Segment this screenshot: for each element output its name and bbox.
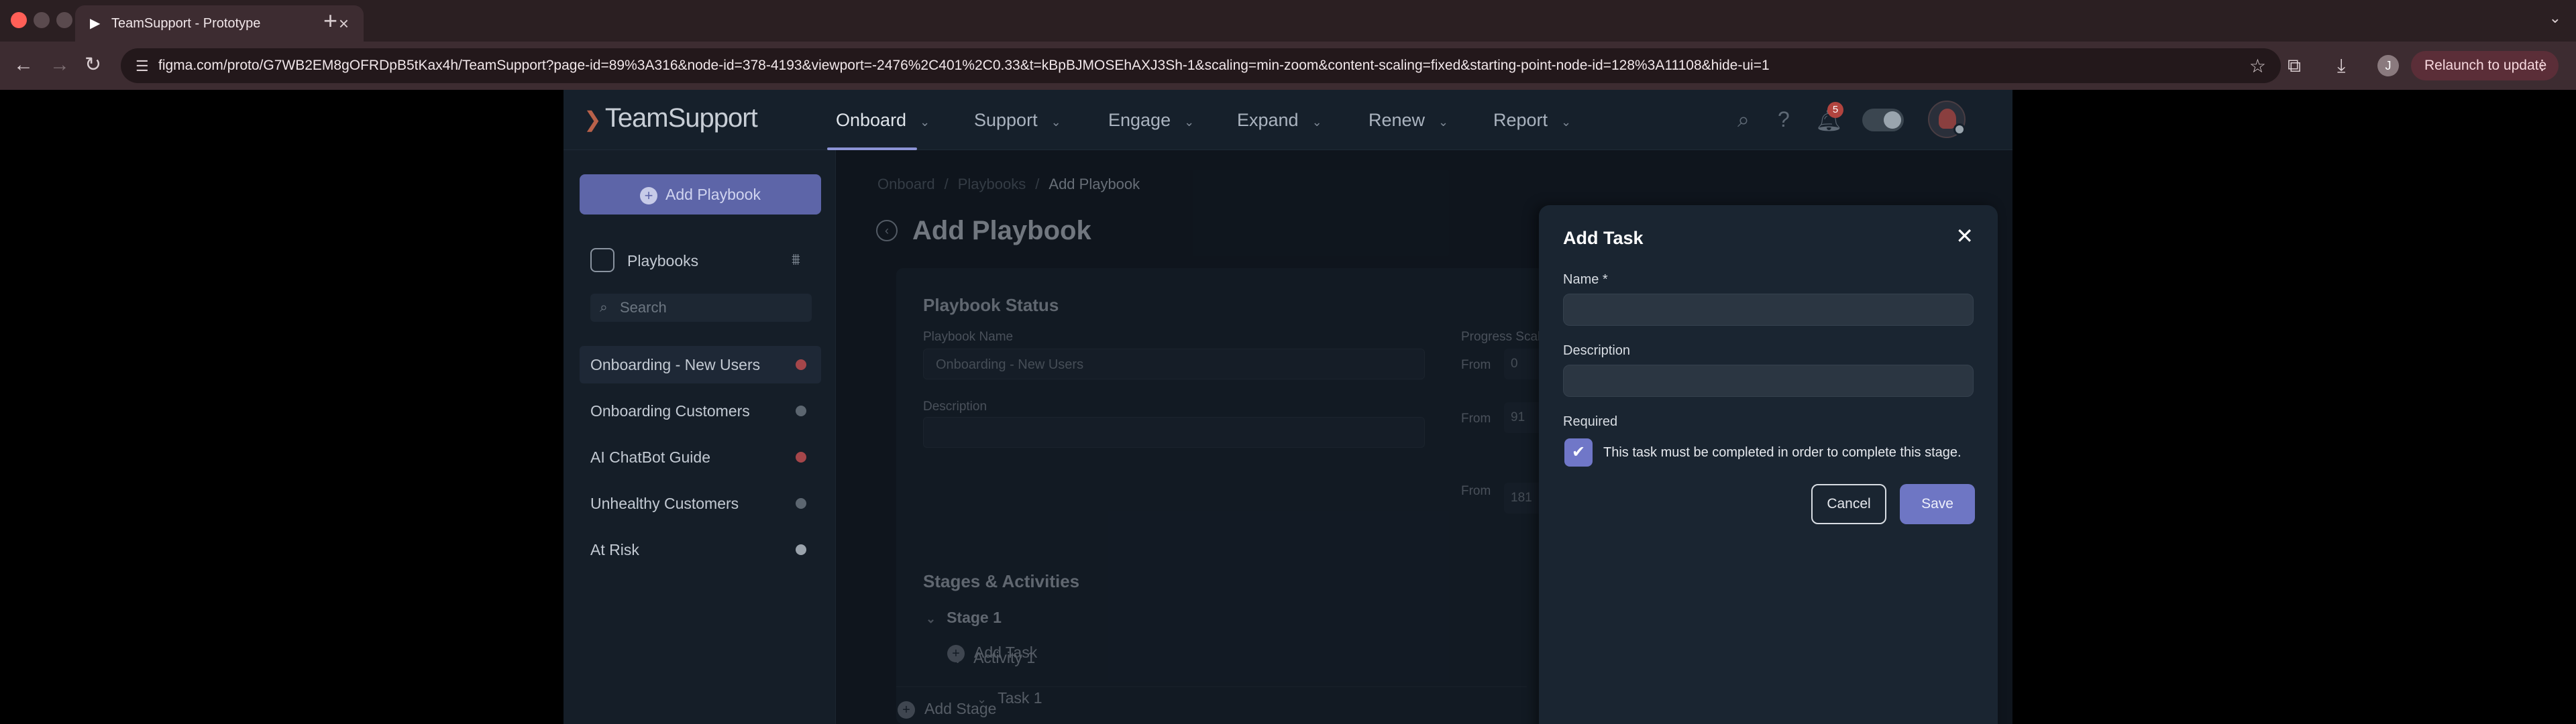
status-dot <box>796 406 806 416</box>
save-button[interactable]: Save <box>1900 484 1975 524</box>
sidebar-item-onboarding-customers[interactable]: Onboarding Customers <box>580 392 821 430</box>
status-dot <box>796 544 806 555</box>
nav-expand-label: Expand <box>1237 110 1299 130</box>
nav-support[interactable]: Support ⌄ <box>974 110 1061 131</box>
close-icon[interactable]: ✕ <box>1955 225 1974 247</box>
help-icon[interactable]: ? <box>1778 107 1790 132</box>
sidebar-item-label: Onboarding - New Users <box>590 356 761 373</box>
search-icon: ⌕ <box>600 300 608 315</box>
notification-badge: 5 <box>1827 102 1843 118</box>
required-description: This task must be completed in order to … <box>1603 445 1962 460</box>
status-dot <box>796 359 806 370</box>
app-frame: ❯ TeamSupport Onboard ⌄ Support ⌄ Engage ⌄ E… <box>564 90 2012 724</box>
close-window-button[interactable] <box>11 12 27 28</box>
chevron-down-icon: ⌄ <box>1184 115 1195 129</box>
theme-toggle[interactable] <box>1862 109 1904 131</box>
browser-tab[interactable]: ▶ TeamSupport - Prototype × <box>75 5 364 42</box>
tab-search-chevron-icon[interactable]: ⌄ <box>2549 9 2561 27</box>
add-task-title: Add Task <box>1563 228 1644 248</box>
nav-onboard-label: Onboard <box>836 110 907 130</box>
playbook-icon <box>590 248 614 272</box>
teamsupport-logo[interactable]: ❯ TeamSupport <box>584 103 758 133</box>
chevron-down-icon: ⌄ <box>1311 115 1322 129</box>
relaunch-label: Relaunch to update <box>2424 58 2547 73</box>
logo-text: TeamSupport <box>604 103 758 133</box>
nav-expand[interactable]: Expand ⌄ <box>1237 110 1322 131</box>
add-task-panel: Add Task ✕ Name * Description Required ✔… <box>1539 205 1998 724</box>
required-checkbox[interactable]: ✔ <box>1564 438 1593 467</box>
sidebar-item-label: Unhealthy Customers <box>590 495 739 512</box>
task-description-input[interactable] <box>1563 365 1974 397</box>
search-icon[interactable]: ⌕ <box>1737 107 1750 133</box>
nav-support-label: Support <box>974 110 1038 130</box>
more-menu-icon: ⋮ <box>2535 58 2549 73</box>
user-status-indicator <box>1953 123 1966 135</box>
sidebar-item-at-risk[interactable]: At Risk <box>580 531 821 568</box>
nav-engage[interactable]: Engage ⌄ <box>1108 110 1194 131</box>
sidebar-item-label: Onboarding Customers <box>590 402 750 420</box>
back-arrow-icon[interactable]: ← <box>13 54 34 76</box>
sidebar-item-ai-chatbot-guide[interactable]: AI ChatBot Guide <box>580 438 821 476</box>
profile-avatar[interactable]: J <box>2377 55 2399 76</box>
browser-tab-bar: ▶ TeamSupport - Prototype × + ⌄ <box>0 0 2576 42</box>
reload-icon[interactable]: ↻ <box>85 54 101 76</box>
status-dot <box>796 498 806 509</box>
playbooks-heading: Playbooks <box>627 252 699 269</box>
figma-play-icon: ▶ <box>90 16 101 31</box>
playbook-search: ⌕ <box>590 294 812 322</box>
extensions-icon[interactable]: ⧉ <box>2288 55 2301 77</box>
plus-circle-icon: + <box>640 186 658 204</box>
tab-close-icon[interactable]: × <box>339 13 349 34</box>
browser-toolbar: ← → ↻ ☰ figma.com/proto/G7WB2EM8gOFRDpB5… <box>0 42 2576 90</box>
playbooks-sidebar: + Add Playbook Playbooks ⩩ ⌕ Onboarding -… <box>564 150 836 724</box>
sidebar-item-unhealthy-customers[interactable]: Unhealthy Customers <box>580 485 821 522</box>
logo-mark-icon: ❯ <box>584 107 602 131</box>
forward-arrow-icon[interactable]: → <box>50 54 70 76</box>
add-playbook-label: Add Playbook <box>665 186 761 203</box>
maximize-window-button[interactable] <box>56 12 72 28</box>
sidebar-item-label: AI ChatBot Guide <box>590 448 710 466</box>
status-dot <box>796 452 806 463</box>
cancel-button[interactable]: Cancel <box>1811 484 1886 524</box>
description-label: Description <box>1563 343 1631 358</box>
name-label: Name * <box>1563 272 1608 287</box>
chevron-down-icon: ⌄ <box>920 115 930 129</box>
minimize-window-button[interactable] <box>34 12 50 28</box>
sidebar-item-onboarding-new-users[interactable]: Onboarding - New Users <box>580 346 821 383</box>
nav-renew[interactable]: Renew ⌄ <box>1368 110 1448 131</box>
add-playbook-button[interactable]: + Add Playbook <box>580 174 821 215</box>
sidebar-item-label: At Risk <box>590 541 639 558</box>
nav-renew-label: Renew <box>1368 110 1426 130</box>
bookmark-star-icon[interactable]: ☆ <box>2249 55 2266 77</box>
chevron-down-icon: ⌄ <box>1438 115 1449 129</box>
download-icon[interactable]: ⤓ <box>2337 55 2345 77</box>
site-settings-icon[interactable]: ☰ <box>136 58 149 75</box>
nav-onboard[interactable]: Onboard ⌄ <box>836 110 930 131</box>
nav-report[interactable]: Report ⌄ <box>1493 110 1571 131</box>
url-text: figma.com/proto/G7WB2EM8gOFRDpB5tKax4h/T… <box>158 58 1770 73</box>
top-navigation: ❯ TeamSupport Onboard ⌄ Support ⌄ Engage ⌄ E… <box>564 90 2012 150</box>
relaunch-button[interactable]: Relaunch to update ⋮ <box>2411 51 2559 80</box>
address-bar[interactable]: ☰ figma.com/proto/G7WB2EM8gOFRDpB5tKax4h… <box>121 48 2281 83</box>
chevron-down-icon: ⌄ <box>1051 115 1061 129</box>
nav-report-label: Report <box>1493 110 1548 130</box>
new-tab-icon[interactable]: + <box>323 7 337 35</box>
filter-icon[interactable]: ⩩ <box>792 251 800 269</box>
required-label: Required <box>1563 414 1618 429</box>
nav-engage-label: Engage <box>1108 110 1171 130</box>
task-name-input[interactable] <box>1563 294 1974 326</box>
checkmark-icon: ✔ <box>1571 443 1586 461</box>
tab-title: TeamSupport - Prototype <box>111 16 261 31</box>
chevron-down-icon: ⌄ <box>1561 115 1572 129</box>
playbook-search-input[interactable] <box>620 294 808 322</box>
